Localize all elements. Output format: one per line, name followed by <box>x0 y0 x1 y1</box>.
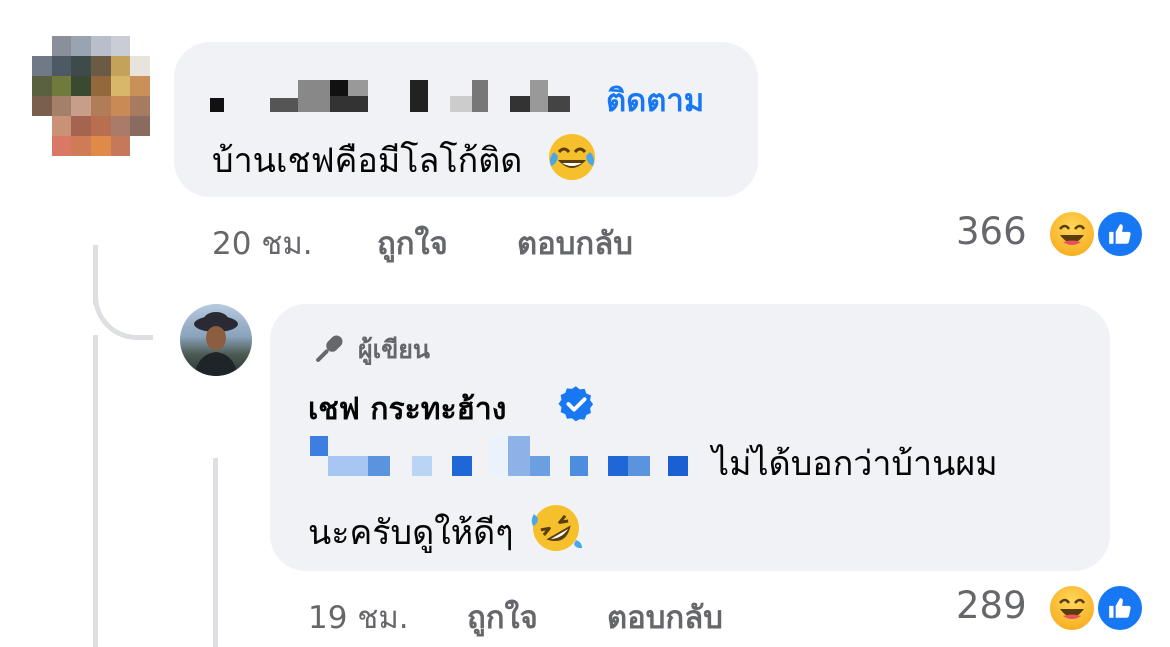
comment-timestamp[interactable]: 20 ชม. <box>212 218 313 268</box>
reply-text-line2: นะครับดูให้ดีๆ <box>308 500 584 557</box>
author-label: ผู้เขียน <box>358 335 431 364</box>
author-name[interactable]: เชฟ กระทะฮ้าง <box>308 386 506 433</box>
commenter-name-redacted[interactable] <box>210 76 590 116</box>
reply-link[interactable]: ตอบกลับ <box>607 592 723 642</box>
author-badge: ผู้เขียน <box>308 330 430 370</box>
reply-timestamp[interactable]: 19 ชม. <box>308 592 409 642</box>
mentioned-name-redacted[interactable] <box>308 436 712 484</box>
commenter-avatar[interactable] <box>32 36 150 156</box>
thread-line <box>213 458 218 647</box>
author-avatar[interactable] <box>180 304 252 376</box>
verified-badge-icon <box>558 386 594 422</box>
haha-icon <box>1047 209 1097 259</box>
like-icon <box>1095 209 1145 259</box>
reaction-count[interactable]: 366 <box>956 210 1027 253</box>
haha-icon <box>1047 583 1097 633</box>
reply-text-line1: ไม่ได้บอกว่าบ้านผม <box>712 444 998 484</box>
thread-connector <box>93 280 153 340</box>
tears-of-joy-emoji-icon <box>549 134 596 180</box>
like-link[interactable]: ถูกใจ <box>467 592 538 642</box>
microphone-icon <box>316 335 343 362</box>
like-link[interactable]: ถูกใจ <box>377 218 448 268</box>
like-icon <box>1095 583 1145 633</box>
thread-line <box>93 335 98 647</box>
follow-button[interactable]: ติดตาม <box>606 75 704 125</box>
reaction-count[interactable]: 289 <box>956 584 1027 627</box>
rofl-emoji-icon <box>532 505 583 551</box>
comment-text: บ้านเชฟคือมีโลโก้ติด <box>212 130 599 185</box>
reply-link[interactable]: ตอบกลับ <box>517 218 633 268</box>
